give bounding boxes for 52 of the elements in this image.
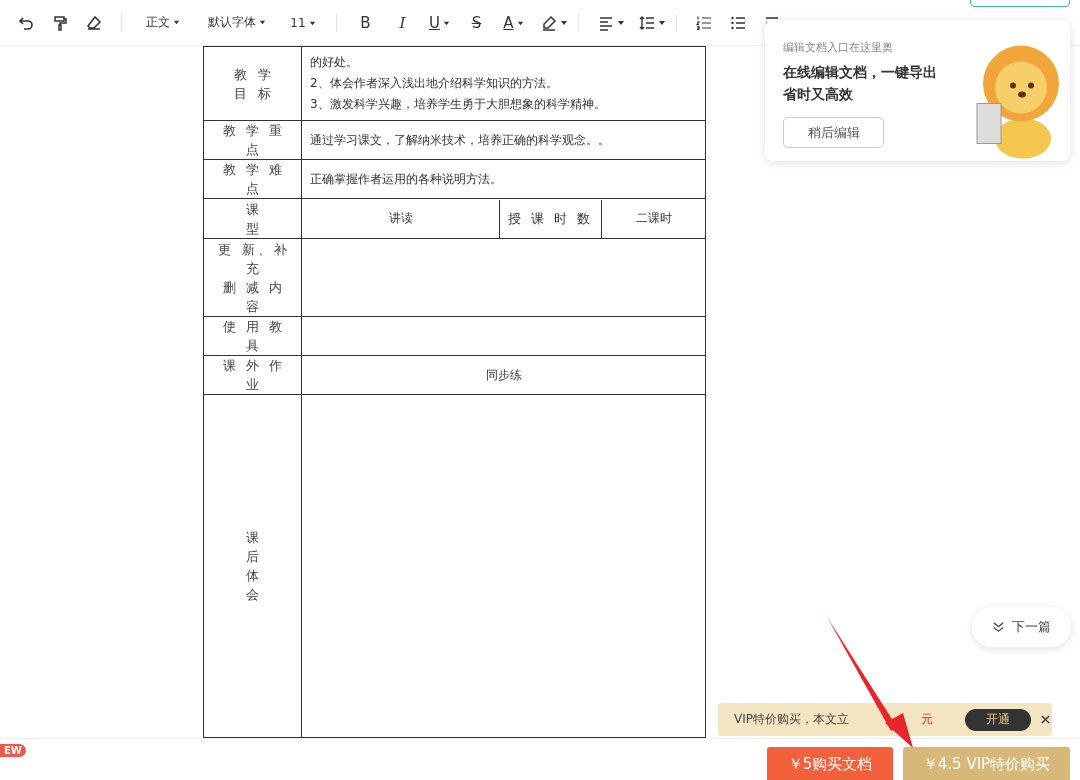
bullet-list-icon[interactable]: [730, 14, 746, 31]
content-text: 正确掌握作者运用的各种说明方法。: [310, 170, 503, 188]
row-label: 更 新、补 充 删 减 内 容: [203, 238, 302, 317]
close-icon[interactable]: [1041, 715, 1050, 724]
caret-icon: [516, 19, 524, 27]
caret-icon[interactable]: [617, 18, 625, 27]
line-spacing-icon[interactable]: [639, 14, 655, 31]
vip-price-text: 元: [921, 711, 933, 728]
content-text: 通过学习课文，了解纳米技术，培养正确的科学观念。。: [310, 131, 611, 149]
content-text: 同步练: [485, 367, 522, 382]
format-button[interactable]: B: [347, 13, 384, 32]
row-label: 课 后 体 会: [203, 394, 302, 738]
row-label: 教 学 目 标: [203, 46, 302, 121]
tooltip-hint: 编辑文档入口在这里奥: [783, 40, 894, 55]
content-text: 2、体会作者深入浅出地介绍科学知识的方法。: [310, 75, 559, 92]
row-label: 教 学 难 点: [203, 159, 302, 199]
paragraph-style-dropdown[interactable]: 正文: [132, 14, 194, 31]
format-button[interactable]: U: [421, 13, 458, 32]
highlighter-icon[interactable]: [541, 14, 557, 31]
format-button[interactable]: S: [458, 13, 495, 32]
caret-icon: [259, 19, 266, 26]
edit-later-button[interactable]: 稍后编辑: [783, 117, 884, 148]
undo-icon[interactable]: [18, 14, 34, 31]
caret-icon: [443, 19, 450, 27]
numbered-list-icon[interactable]: [696, 14, 712, 31]
tooltip-headline: 在线编辑文档，一键导出 省时又高效: [783, 63, 938, 104]
vip-banner-text: VIP特价购买，本文立: [734, 711, 849, 728]
row-label: 课 外 作 业: [203, 355, 302, 395]
row-label: 教 学 重 点: [203, 120, 302, 160]
table-cell: 授 课 时 数: [500, 199, 602, 238]
caret-icon: [173, 19, 180, 26]
caret-icon: [308, 19, 316, 27]
font-dropdown[interactable]: 默认字体: [194, 14, 280, 31]
format-button[interactable]: I: [384, 13, 421, 32]
format-painter-icon[interactable]: [52, 14, 68, 31]
content-text: 的好处。: [310, 54, 359, 71]
font-size-dropdown[interactable]: 11: [280, 15, 326, 30]
next-article-button[interactable]: 下一篇: [972, 607, 1071, 647]
table-cell: 讲读: [302, 199, 500, 238]
content-text: 3、激发科学兴趣，培养学生勇于大胆想象的科学精神。: [310, 96, 607, 113]
eraser-icon[interactable]: [86, 14, 102, 31]
double-chevron-icon: [992, 620, 1005, 634]
format-button[interactable]: A: [495, 13, 532, 32]
row-label: 使 用 教 具: [203, 316, 302, 356]
align-left-icon[interactable]: [598, 14, 614, 31]
new-badge: EW: [0, 744, 26, 757]
row-label: 课 型: [203, 198, 302, 239]
caret-icon[interactable]: [560, 18, 568, 27]
caret-icon[interactable]: [658, 18, 666, 27]
open-vip-button[interactable]: 开通: [965, 708, 1031, 731]
next-article-label: 下一篇: [1012, 618, 1051, 636]
table-cell-text: 二课时: [634, 210, 673, 227]
